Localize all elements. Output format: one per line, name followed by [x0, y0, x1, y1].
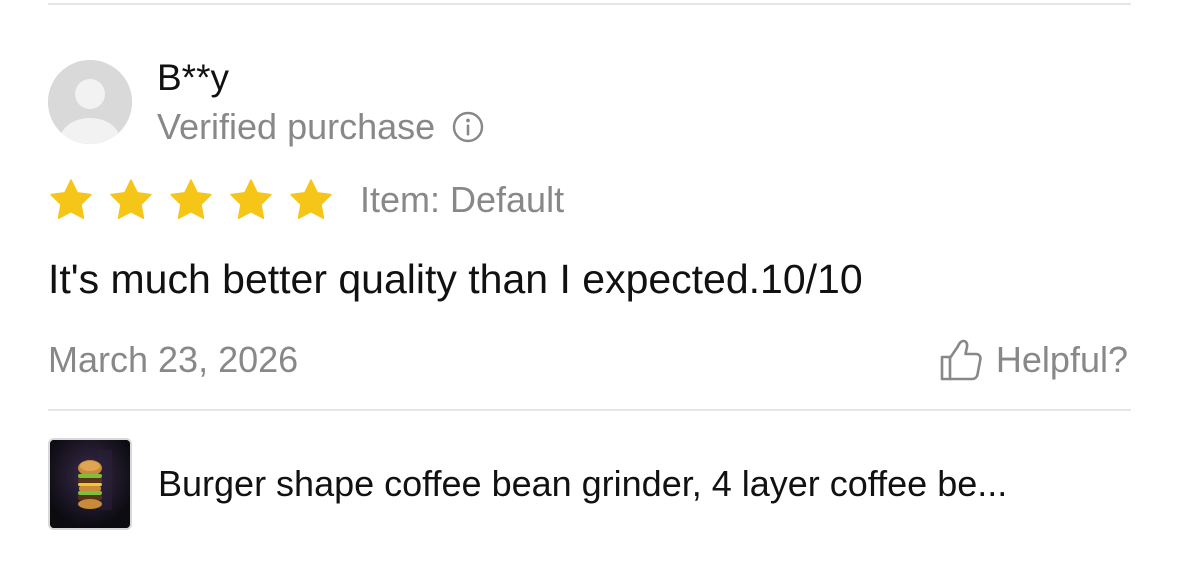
star-icon: [110, 179, 152, 219]
verified-purchase-label: Verified purchase: [157, 106, 436, 147]
review-body: It's much better quality than I expected…: [48, 256, 863, 302]
review-date: March 23, 2026: [48, 339, 299, 380]
star-icon: [290, 179, 332, 219]
product-title: Burger shape coffee bean grinder, 4 laye…: [158, 463, 1008, 504]
star-icon: [50, 179, 92, 219]
star-icon: [170, 179, 212, 219]
reviewer-name: B**y: [157, 57, 229, 98]
product-link[interactable]: Burger shape coffee bean grinder, 4 laye…: [48, 436, 1131, 532]
burger-grinder-image: [50, 440, 130, 528]
star-rating: [48, 177, 348, 223]
helpful-button[interactable]: Helpful?: [938, 334, 1128, 386]
star-icon: [230, 179, 272, 219]
user-avatar-icon: [48, 60, 132, 144]
item-variant-label: Item: Default: [360, 179, 565, 220]
reviewer-avatar: [48, 60, 132, 144]
thumbs-up-icon: [940, 339, 982, 381]
top-divider: [48, 3, 1131, 5]
product-thumbnail[interactable]: [48, 438, 132, 530]
helpful-label: Helpful?: [995, 339, 1128, 380]
rating-row: Item: Default: [48, 175, 564, 225]
info-icon[interactable]: [451, 110, 485, 144]
section-divider: [48, 409, 1131, 411]
verified-purchase-row: Verified purchase: [157, 105, 485, 149]
